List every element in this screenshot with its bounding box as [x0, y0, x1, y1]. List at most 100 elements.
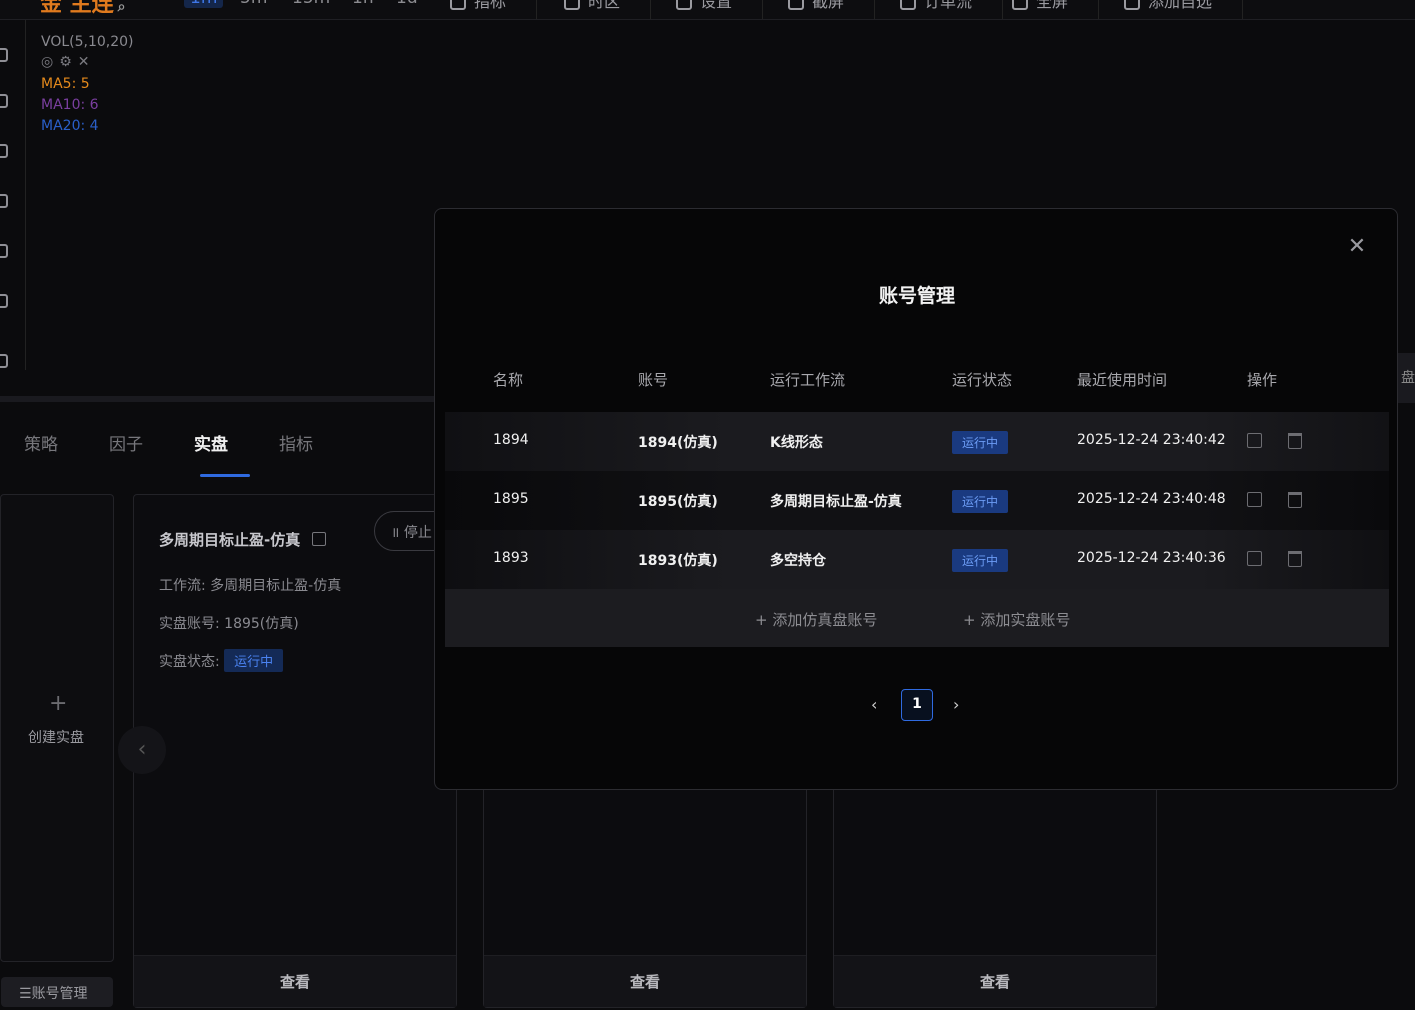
volume-title: VOL(5,10,20) [41, 34, 134, 50]
table-row: 1894 1894(仿真) K线形态 运行中 2025-12-24 23:40:… [445, 412, 1389, 471]
globe-icon [564, 0, 580, 10]
row-last-used: 2025-12-24 23:40:42 [1077, 432, 1226, 448]
prev-page-button[interactable]: ‹ [871, 695, 877, 714]
trash-icon[interactable] [1288, 492, 1302, 508]
table-row: 1893 1893(仿真) 多空持仓 运行中 2025-12-24 23:40:… [445, 530, 1389, 589]
column-workflow: 运行工作流 [770, 371, 846, 389]
active-tab-underline [200, 474, 250, 477]
view-button[interactable]: 查看 [834, 955, 1156, 1007]
tab-factor[interactable]: 因子 [109, 430, 143, 455]
pattern-tool-icon[interactable] [0, 244, 8, 258]
gear-icon [676, 0, 692, 10]
add-favorite-button[interactable]: 添加自选 [1124, 0, 1244, 19]
timeframe-5m[interactable]: 5m [240, 0, 267, 8]
edit-icon[interactable] [1247, 492, 1262, 507]
create-live-label: 创建实盘 [28, 730, 84, 746]
plus-icon: + [755, 611, 773, 629]
account-label: 实盘账号: [159, 616, 220, 632]
trash-icon[interactable] [1288, 433, 1302, 449]
top-toolbar: 金 主连⌕ 1m 5m 15m 1h 1d 指标 时区 设置 截屏 订单流 全屏… [0, 0, 1415, 20]
gear-icon[interactable]: ⚙ [59, 54, 78, 70]
brush-tool-icon[interactable] [0, 294, 8, 308]
timeframe-1m[interactable]: 1m [184, 0, 224, 8]
eye-hidden-icon[interactable]: ◎ [41, 54, 59, 70]
edit-icon[interactable] [312, 532, 327, 546]
column-last-used: 最近使用时间 [1077, 371, 1168, 389]
row-name: 1894 [493, 432, 529, 448]
add-sim-account-button[interactable]: + 添加仿真盘账号 [755, 609, 877, 630]
timezone-button[interactable]: 时区 [564, 0, 652, 19]
orderflow-button[interactable]: 订单流 [900, 0, 1004, 19]
tab-live[interactable]: 实盘 [194, 430, 228, 455]
shape-tool-icon[interactable] [0, 144, 8, 158]
status-badge: 运行中 [224, 649, 284, 672]
status-badge: 运行中 [952, 549, 1009, 572]
tab-strategy[interactable]: 策略 [24, 430, 58, 455]
page-current[interactable]: 1 [901, 689, 933, 721]
column-status: 运行状态 [952, 371, 1013, 389]
account-value: 1895(仿真) [224, 616, 299, 632]
settings-button[interactable]: 设置 [676, 0, 764, 19]
measure-tool-icon[interactable] [0, 354, 8, 368]
status-badge: 运行中 [952, 490, 1009, 513]
right-edge-tab[interactable]: 盘 [1398, 353, 1415, 403]
column-account: 账号 [638, 371, 669, 389]
create-live-card[interactable]: + 创建实盘 [0, 494, 114, 962]
indicator-button[interactable]: 指标 [450, 0, 538, 19]
pen-tool-icon[interactable] [0, 94, 8, 108]
carousel-prev-button[interactable]: ‹ [118, 726, 166, 774]
table-header: 名称 账号 运行工作流 运行状态 最近使用时间 操作 [435, 369, 1397, 395]
search-icon[interactable]: ⌕ [118, 0, 126, 15]
edit-icon[interactable] [1247, 433, 1262, 448]
fullscreen-icon [1012, 0, 1028, 10]
plus-icon: + [963, 611, 981, 629]
close-icon[interactable]: ✕ [1345, 235, 1369, 259]
timeframe-1d[interactable]: 1d [396, 0, 418, 8]
ma10-value: MA10: 6 [41, 97, 99, 113]
row-last-used: 2025-12-24 23:40:36 [1077, 550, 1226, 566]
row-workflow: K线形态 [770, 435, 823, 451]
close-icon[interactable]: ✕ [78, 54, 96, 70]
tab-indicator[interactable]: 指标 [279, 430, 313, 455]
timeframe-1h[interactable]: 1h [352, 0, 374, 8]
trash-icon[interactable] [1288, 551, 1302, 567]
table-row: 1895 1895(仿真) 多周期目标止盈-仿真 运行中 2025-12-24 … [445, 471, 1389, 530]
ma5-value: MA5: 5 [41, 76, 90, 92]
modal-title: 账号管理 [878, 285, 955, 307]
status-label: 实盘状态: [159, 654, 220, 670]
row-account: 1893(仿真) [638, 553, 718, 569]
view-button[interactable]: 查看 [484, 955, 806, 1007]
plus-icon: + [49, 691, 68, 716]
line-tool-icon[interactable] [0, 48, 8, 62]
screenshot-button[interactable]: 截屏 [788, 0, 876, 19]
next-page-button[interactable]: › [953, 695, 959, 714]
ma20-value: MA20: 4 [41, 118, 99, 134]
indicator-icon [450, 0, 466, 10]
edit-icon[interactable] [1247, 551, 1262, 566]
row-workflow: 多空持仓 [770, 553, 826, 569]
account-manage-modal: ✕ 账号管理 名称 账号 运行工作流 运行状态 最近使用时间 操作 1894 1… [434, 208, 1398, 790]
status-badge: 运行中 [952, 431, 1009, 454]
workflow-value: 多周期目标止盈-仿真 [210, 578, 342, 594]
timeframe-15m[interactable]: 15m [292, 0, 330, 8]
fullscreen-button[interactable]: 全屏 [1012, 0, 1100, 19]
account-manage-button[interactable]: ☰账号管理 [1, 977, 113, 1007]
row-account: 1895(仿真) [638, 494, 718, 510]
workflow-label: 工作流: [159, 578, 206, 594]
view-button[interactable]: 查看 [134, 955, 456, 1007]
row-name: 1893 [493, 550, 529, 566]
row-workflow: 多周期目标止盈-仿真 [770, 494, 902, 510]
live-card: 多周期目标止盈-仿真 ॥ 停止 工作流: 多周期目标止盈-仿真 实盘账号: 18… [133, 494, 484, 1008]
add-account-row: + 添加仿真盘账号 + 添加实盘账号 [445, 589, 1389, 647]
row-account: 1894(仿真) [638, 435, 718, 451]
symbol-title[interactable]: 金 主连 ⌕ [40, 0, 126, 18]
column-name: 名称 [493, 371, 524, 389]
card-title: 多周期目标止盈-仿真 [159, 531, 301, 549]
row-last-used: 2025-12-24 23:40:48 [1077, 491, 1226, 507]
volume-indicator: VOL(5,10,20) ◎⚙✕ MA5: 5 MA10: 6 MA20: 4 [41, 34, 134, 137]
row-name: 1895 [493, 491, 529, 507]
list-icon: ☰ [19, 986, 32, 1002]
list-tool-icon[interactable] [0, 194, 8, 208]
add-real-account-button[interactable]: + 添加实盘账号 [963, 609, 1070, 630]
drawing-toolbar [0, 20, 26, 370]
